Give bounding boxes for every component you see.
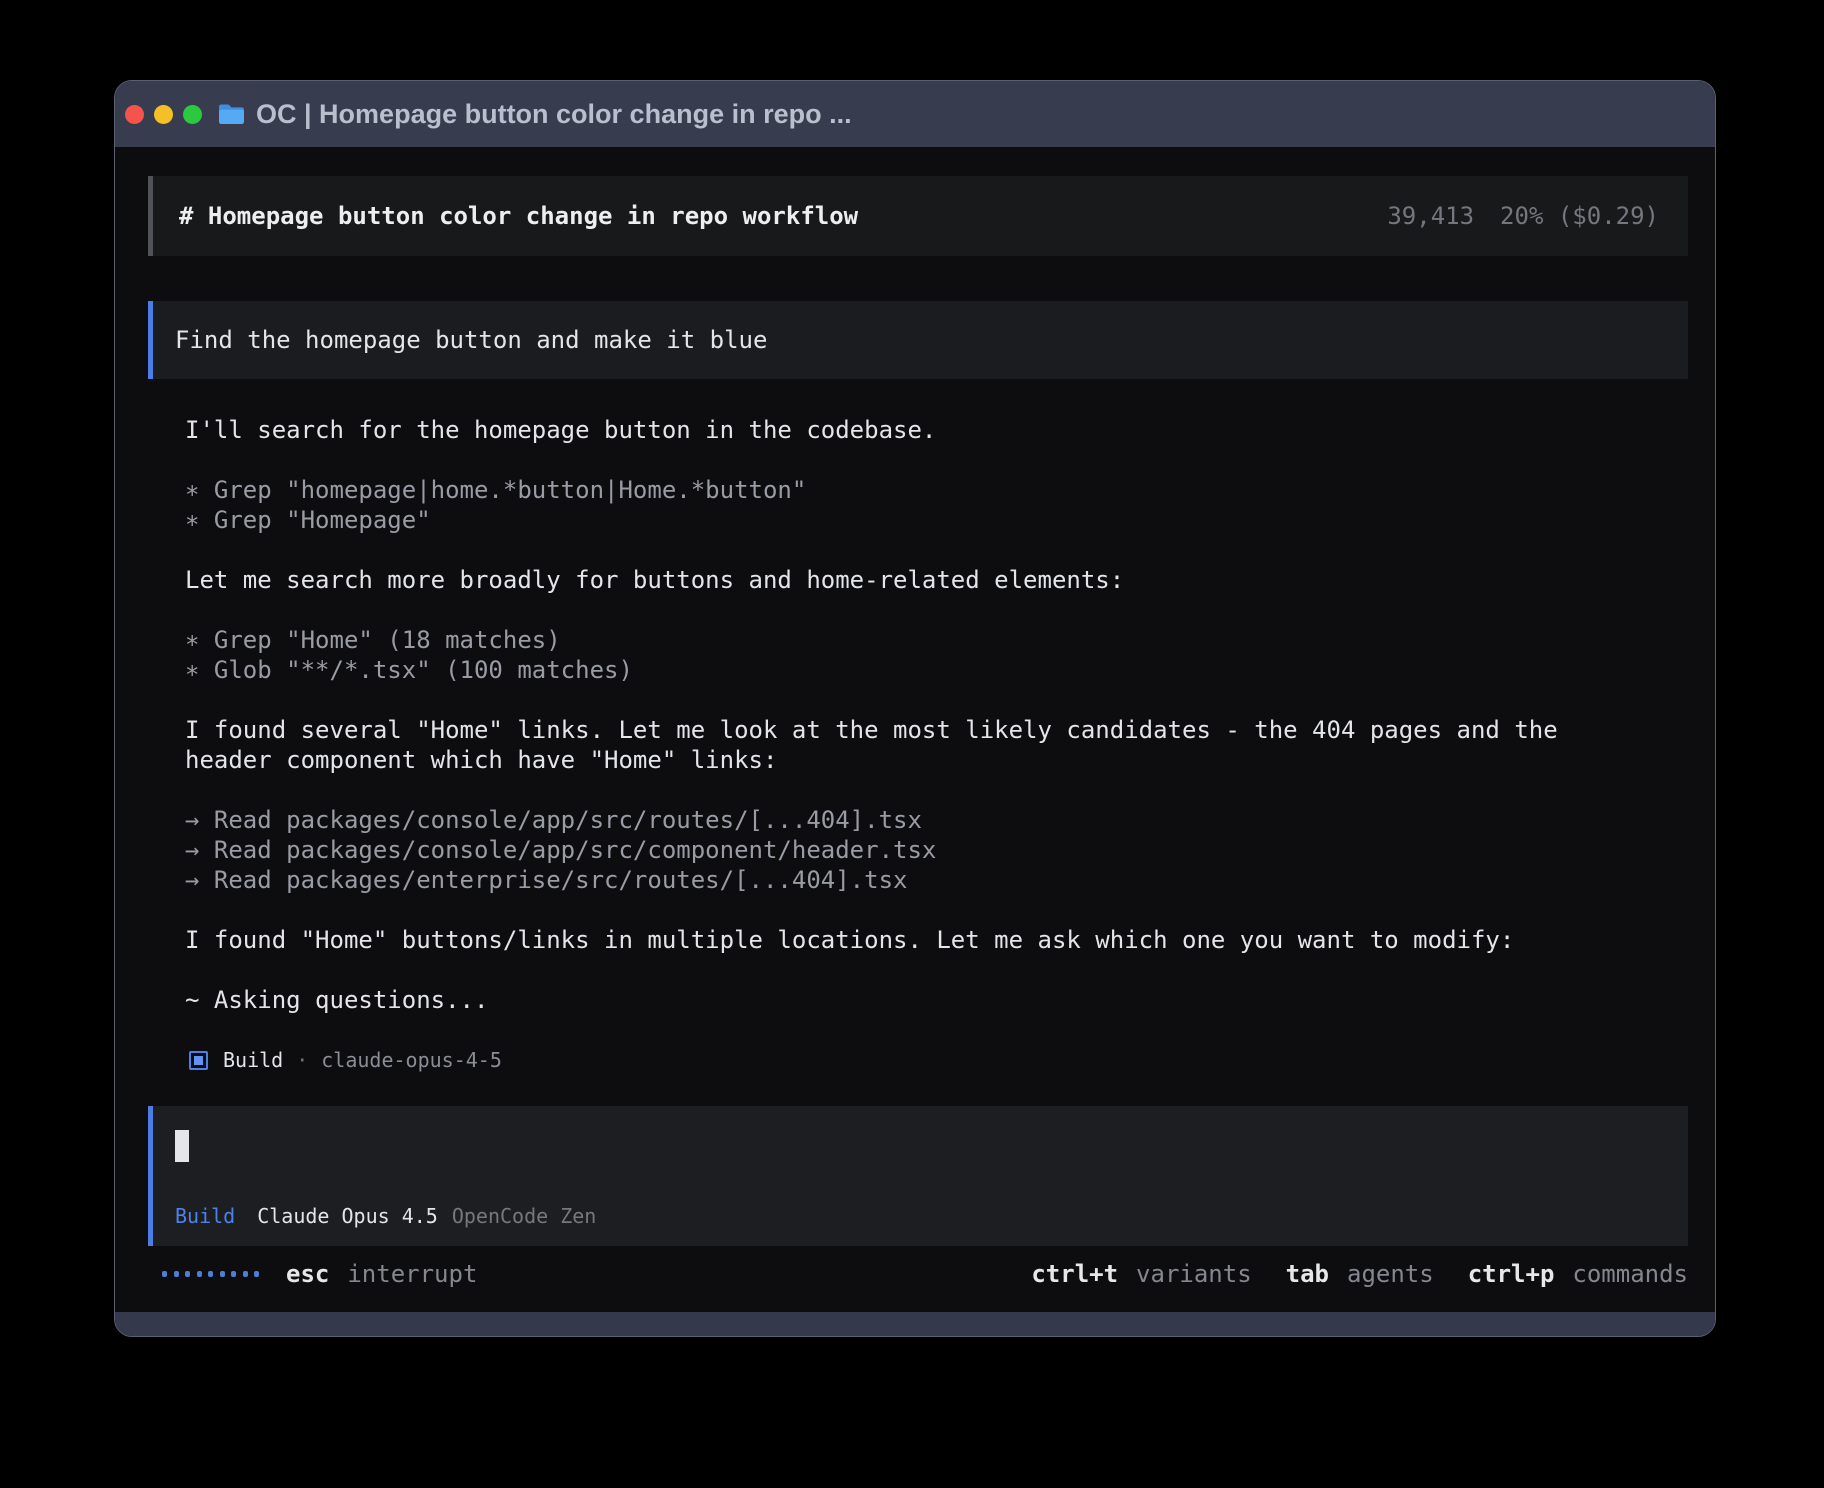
interrupt-label: interrupt (347, 1260, 477, 1288)
statusbar-hints: ctrl+t variants tab agents ctrl+p commands (1031, 1260, 1688, 1288)
blank-line (185, 685, 1688, 715)
folder-icon (218, 103, 245, 125)
window-title: OC | Homepage button color change in rep… (256, 99, 852, 130)
hint-key: ctrl+t (1031, 1260, 1118, 1288)
hint-label: variants (1136, 1260, 1252, 1288)
blank-line (185, 775, 1688, 805)
input-mode[interactable]: Build (175, 1204, 235, 1228)
spinner-dot (197, 1271, 202, 1277)
hint-key: ctrl+p (1468, 1260, 1555, 1288)
spinner-dot (185, 1271, 190, 1277)
blank-line (185, 955, 1688, 985)
spinner-dot (254, 1271, 259, 1277)
minimize-button[interactable] (154, 105, 173, 124)
tool-call-line: → Read packages/console/app/src/componen… (185, 835, 1688, 865)
spinner-dot (243, 1271, 248, 1277)
spinner-dots (162, 1271, 259, 1277)
blank-line (185, 595, 1688, 625)
app-window: OC | Homepage button color change in rep… (114, 80, 1716, 1337)
blank-line (185, 895, 1688, 925)
hint-label: agents (1347, 1260, 1434, 1288)
session-title: # Homepage button color change in repo w… (179, 202, 858, 230)
zoom-button[interactable] (183, 105, 202, 124)
assistant-text-line: Let me search more broadly for buttons a… (185, 565, 1688, 595)
agent-name: Build (223, 1048, 283, 1072)
tool-call-line: → Read packages/enterprise/src/routes/[.… (185, 865, 1688, 895)
agent-model: claude-opus-4-5 (321, 1048, 502, 1072)
input-provider: OpenCode Zen (452, 1204, 597, 1228)
token-count: 39,413 (1387, 202, 1474, 230)
interrupt-key: esc (286, 1260, 329, 1288)
hint-variants: ctrl+t variants (1031, 1260, 1251, 1288)
session-header: # Homepage button color change in repo w… (148, 176, 1688, 256)
terminal-content: # Homepage button color change in repo w… (115, 147, 1715, 1312)
hint-agents: tab agents (1286, 1260, 1434, 1288)
tool-call-line: ∗ Grep "Home" (18 matches) (185, 625, 1688, 655)
close-button[interactable] (125, 105, 144, 124)
prompt-input[interactable]: Build Claude Opus 4.5 OpenCode Zen (148, 1106, 1688, 1246)
assistant-text-line: ~ Asking questions... (185, 985, 1688, 1015)
statusbar-left: esc interrupt (162, 1260, 477, 1288)
hint-key: tab (1286, 1260, 1329, 1288)
spinner-dot (162, 1271, 167, 1277)
assistant-text-line: I found "Home" buttons/links in multiple… (185, 925, 1688, 955)
chat-transcript: I'll search for the homepage button in t… (185, 415, 1688, 1015)
spinner-dot (231, 1271, 236, 1277)
agent-separator: · (296, 1048, 308, 1072)
build-agent-icon-fill (194, 1056, 203, 1065)
hint-label: commands (1572, 1260, 1688, 1288)
tool-call-line: → Read packages/console/app/src/routes/[… (185, 805, 1688, 835)
input-statusline: Build Claude Opus 4.5 OpenCode Zen (175, 1204, 1666, 1228)
input-model[interactable]: Claude Opus 4.5 (257, 1204, 438, 1228)
session-stats: 39,413 20% ($0.29) (1387, 202, 1659, 230)
statusbar: esc interrupt ctrl+tvariantstabagentsctr… (148, 1259, 1688, 1289)
assistant-text-line: header component which have "Home" links… (185, 745, 1688, 775)
text-cursor (175, 1130, 189, 1162)
tool-call-line: ∗ Grep "homepage|home.*button|Home.*butt… (185, 475, 1688, 505)
spinner-dot (220, 1271, 225, 1277)
window-footer (115, 1312, 1715, 1336)
context-usage: 20% ($0.29) (1500, 202, 1659, 230)
agent-status-line: Build · claude-opus-4-5 (189, 1045, 1688, 1075)
titlebar-title-group: OC | Homepage button color change in rep… (218, 99, 852, 130)
build-agent-icon (189, 1051, 208, 1070)
blank-line (185, 445, 1688, 475)
spinner-dot (208, 1271, 213, 1277)
assistant-text-line: I found several "Home" links. Let me loo… (185, 715, 1688, 745)
blank-line (185, 535, 1688, 565)
spinner-dot (174, 1271, 179, 1277)
user-message: Find the homepage button and make it blu… (148, 301, 1688, 379)
assistant-text-line: I'll search for the homepage button in t… (185, 415, 1688, 445)
tool-call-line: ∗ Glob "**/*.tsx" (100 matches) (185, 655, 1688, 685)
user-message-text: Find the homepage button and make it blu… (175, 326, 767, 354)
titlebar: OC | Homepage button color change in rep… (115, 81, 1715, 147)
hint-commands: ctrl+p commands (1468, 1260, 1688, 1288)
traffic-lights (125, 105, 202, 124)
tool-call-line: ∗ Grep "Homepage" (185, 505, 1688, 535)
